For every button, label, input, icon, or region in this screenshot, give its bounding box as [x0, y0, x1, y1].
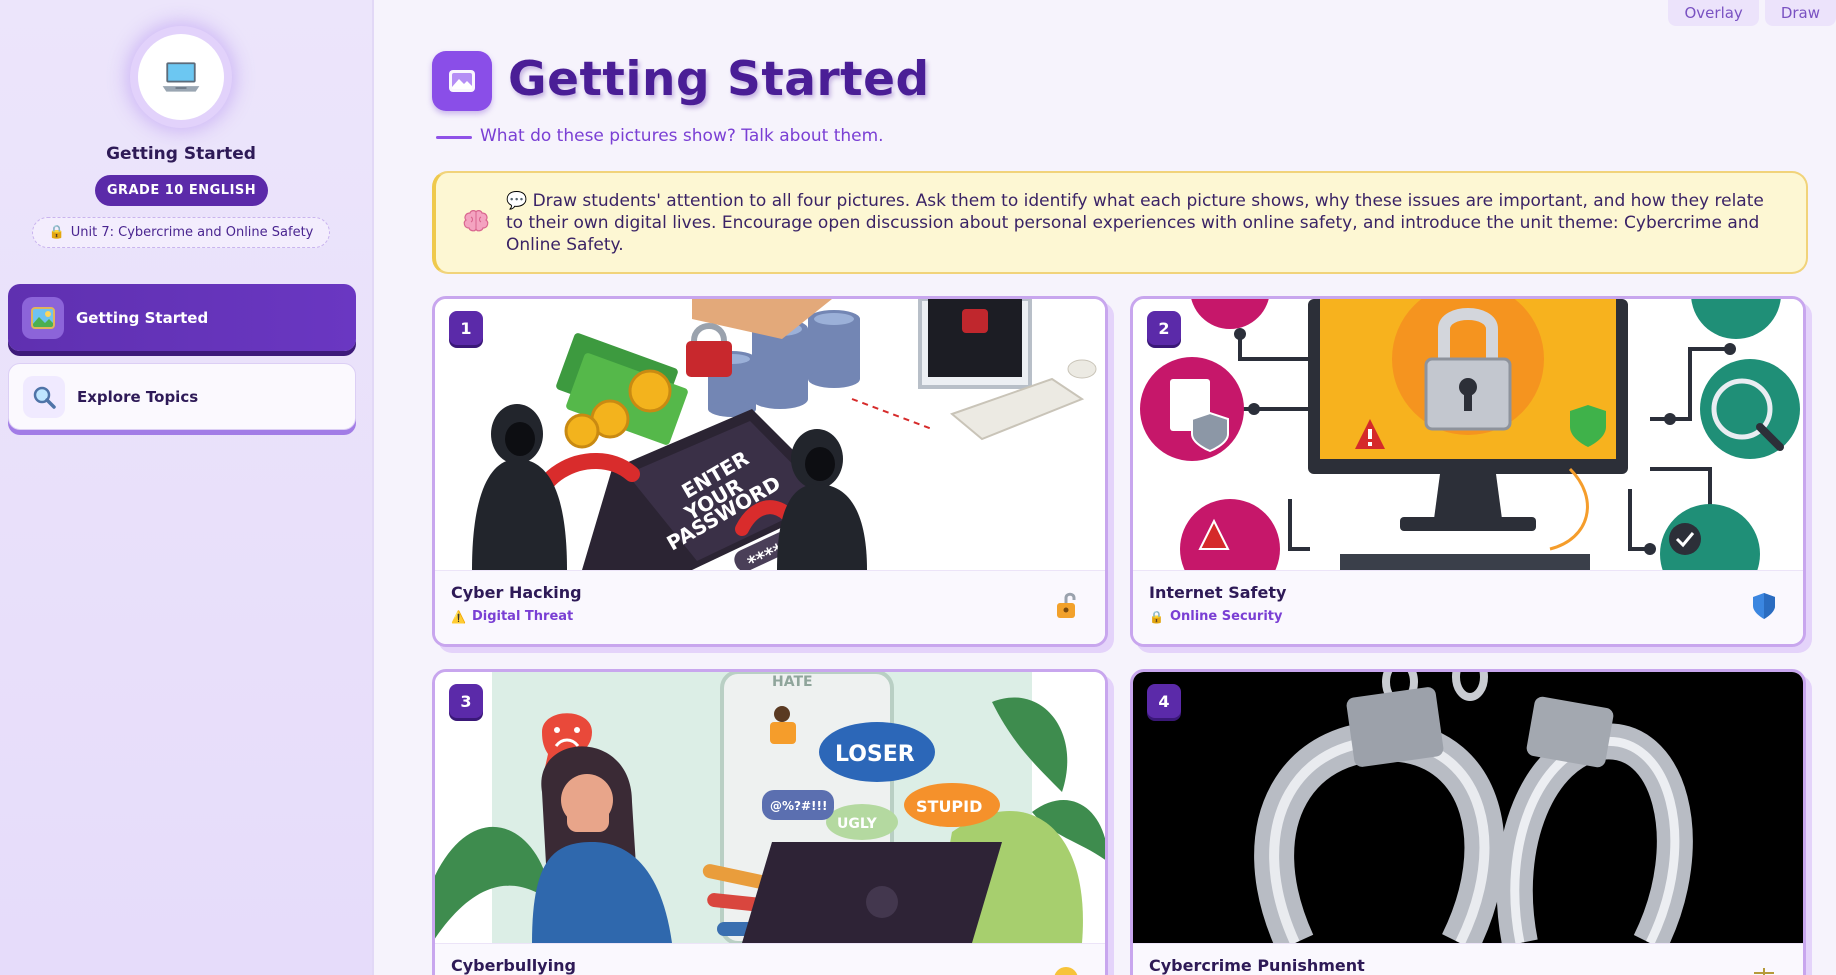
- sidebar: Getting Started GRADE 10 ENGLISH 🔒 Unit …: [0, 0, 374, 975]
- nav-item-explore-topics[interactable]: Explore Topics: [8, 363, 356, 430]
- draw-tab[interactable]: Draw: [1764, 0, 1836, 26]
- card3-bubble-loser: LOSER: [835, 742, 915, 767]
- cybercrime-punishment-image: [1133, 672, 1803, 943]
- card-number-badge: 4: [1147, 684, 1181, 718]
- card-tag: ⚠️ Digital Threat: [451, 609, 573, 624]
- teacher-note: 💬 Draw students' attention to all four p…: [432, 171, 1808, 274]
- card-title: Internet Safety: [1149, 583, 1287, 602]
- teacher-note-text: 💬 Draw students' attention to all four p…: [506, 190, 1764, 255]
- card-tag-label: Online Security: [1169, 609, 1283, 624]
- avatar-ring: [130, 26, 232, 128]
- cyberbullying-image: LOSER STUPID UGLY @%?#!!! HATE: [435, 672, 1105, 943]
- sidebar-title: Getting Started: [106, 144, 256, 164]
- card3-bubble-symbols: @%?#!!!: [770, 799, 827, 813]
- avatar: [138, 34, 224, 120]
- card-footer: Internet Safety 🔒 Online Security: [1133, 570, 1803, 644]
- card3-bubble-ugly: UGLY: [837, 816, 878, 832]
- cyber-hacking-image: ENTER YOUR PASSWORD ****: [435, 299, 1105, 570]
- sad-face-icon: [1049, 962, 1083, 975]
- card-number-badge: 1: [449, 311, 483, 345]
- picture-card-cyberbullying[interactable]: 3 LOSER STUPID UGLY @%?#!!! HATE Cyberbu…: [432, 669, 1108, 975]
- card-number-badge: 2: [1147, 311, 1181, 345]
- card-tag: 🔒 Online Security: [1149, 609, 1282, 624]
- card-number-badge: 3: [449, 684, 483, 718]
- unit-chip-label: Unit 7: Cybercrime and Online Safety: [70, 225, 314, 240]
- lock-icon: 🔒: [1149, 609, 1164, 624]
- shield-icon: [1747, 589, 1781, 623]
- card-title: Cyberbullying: [451, 956, 576, 975]
- picture-card-cybercrime-punishment[interactable]: 4 Cybercrime Punishment: [1130, 669, 1806, 975]
- picture-card-internet-safety[interactable]: 2 Internet Safety 🔒 Online Security: [1130, 296, 1806, 647]
- card-footer: Cyber Hacking ⚠️ Digital Threat: [435, 570, 1105, 644]
- unit-chip: 🔒 Unit 7: Cybercrime and Online Safety: [32, 217, 330, 248]
- top-tabs: Overlay Draw: [1668, 0, 1836, 26]
- subtitle-accent-line: [436, 136, 472, 139]
- picture-icon: [22, 296, 64, 339]
- picture-card-cyber-hacking[interactable]: 1 ENTER YOUR PASSWORD **** Cyber Hacking…: [432, 296, 1108, 647]
- unlocked-padlock-icon: [1049, 589, 1083, 623]
- overlay-tab[interactable]: Overlay: [1668, 0, 1759, 26]
- card-footer: Cyberbullying: [435, 943, 1105, 975]
- card-title: Cyber Hacking: [451, 583, 582, 602]
- magnifier-icon: [23, 375, 65, 418]
- nav-label-explore-topics: Explore Topics: [77, 387, 199, 406]
- page-title: Getting Started: [508, 52, 930, 107]
- nav-label-getting-started: Getting Started: [76, 308, 209, 327]
- card-title: Cybercrime Punishment: [1149, 956, 1365, 975]
- grade-badge: GRADE 10 ENGLISH: [95, 175, 268, 206]
- card3-bubble-hate: HATE: [772, 674, 813, 690]
- card-footer: Cybercrime Punishment: [1133, 943, 1803, 975]
- photo-icon: [432, 51, 492, 111]
- card-tag-label: Digital Threat: [471, 609, 574, 624]
- internet-safety-image: [1133, 299, 1803, 570]
- lock-icon: 🔒: [48, 225, 65, 240]
- scales-icon: [1747, 962, 1781, 975]
- laptop-icon: [162, 62, 200, 92]
- nav-item-getting-started[interactable]: Getting Started: [8, 284, 356, 351]
- card3-bubble-stupid: STUPID: [916, 797, 982, 816]
- page-subtitle: What do these pictures show? Talk about …: [480, 126, 884, 146]
- warning-icon: ⚠️: [451, 609, 466, 624]
- brain-icon: [462, 207, 490, 239]
